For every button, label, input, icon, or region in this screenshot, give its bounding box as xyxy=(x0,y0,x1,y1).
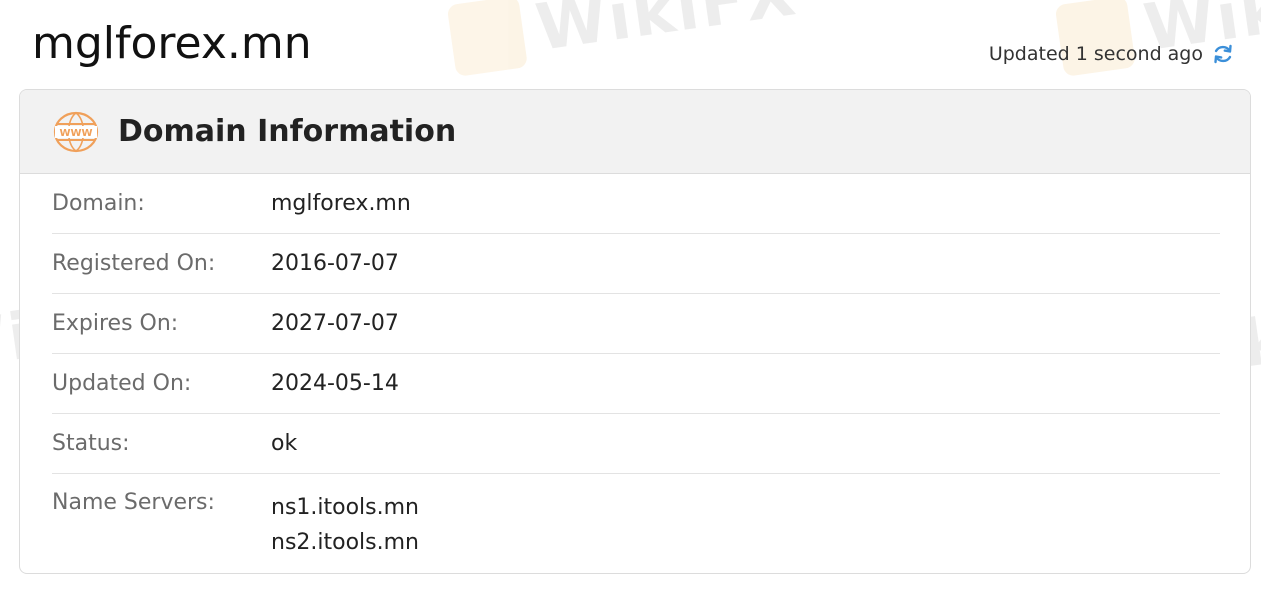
row-label: Domain: xyxy=(52,191,145,216)
www-icon: WWW xyxy=(52,110,100,154)
row-value: 2024-05-14 xyxy=(271,371,399,396)
row-label: Status: xyxy=(52,431,130,456)
watermark: WikiFX xyxy=(446,0,802,78)
row-label: Registered On: xyxy=(52,251,216,276)
watermark: WikiFX xyxy=(1054,0,1261,78)
row-label: Expires On: xyxy=(52,311,179,336)
info-row-registered: Registered On: 2016-07-07 xyxy=(52,234,1220,294)
row-label: Name Servers: xyxy=(52,490,215,515)
name-server-item: ns1.itools.mn xyxy=(271,495,419,520)
card-title: Domain Information xyxy=(118,114,457,149)
updated-text: Updated 1 second ago xyxy=(988,43,1203,65)
info-row-updated: Updated On: 2024-05-14 xyxy=(52,354,1220,414)
row-value: ok xyxy=(271,431,298,456)
row-value: 2016-07-07 xyxy=(271,251,399,276)
page: WikiFX WikiFX WikiFX WikiFX WikiFX mglfo… xyxy=(0,0,1261,589)
row-value: 2027-07-07 xyxy=(271,311,399,336)
watermark-text: WikiFX xyxy=(531,0,802,66)
info-row-domain: Domain: mglforex.mn xyxy=(52,174,1220,234)
row-value: mglforex.mn xyxy=(271,191,411,216)
name-server-list: ns1.itools.mn ns2.itools.mn xyxy=(271,490,419,560)
watermark-logo-icon xyxy=(446,0,529,77)
svg-text:WWW: WWW xyxy=(59,128,92,139)
name-server-item: ns2.itools.mn xyxy=(271,530,419,555)
info-row-status: Status: ok xyxy=(52,414,1220,474)
info-row-name-servers: Name Servers: ns1.itools.mn ns2.itools.m… xyxy=(52,474,1220,560)
info-rows: Domain: mglforex.mn Registered On: 2016-… xyxy=(20,174,1250,560)
card-header: WWW Domain Information xyxy=(20,90,1250,174)
refresh-icon[interactable] xyxy=(1211,42,1235,66)
info-row-expires: Expires On: 2027-07-07 xyxy=(52,294,1220,354)
updated-status: Updated 1 second ago xyxy=(989,42,1235,66)
row-label: Updated On: xyxy=(52,371,192,396)
page-title: mglforex.mn xyxy=(32,18,312,69)
domain-information-card: WWW Domain Information Domain: mglforex.… xyxy=(19,89,1251,574)
